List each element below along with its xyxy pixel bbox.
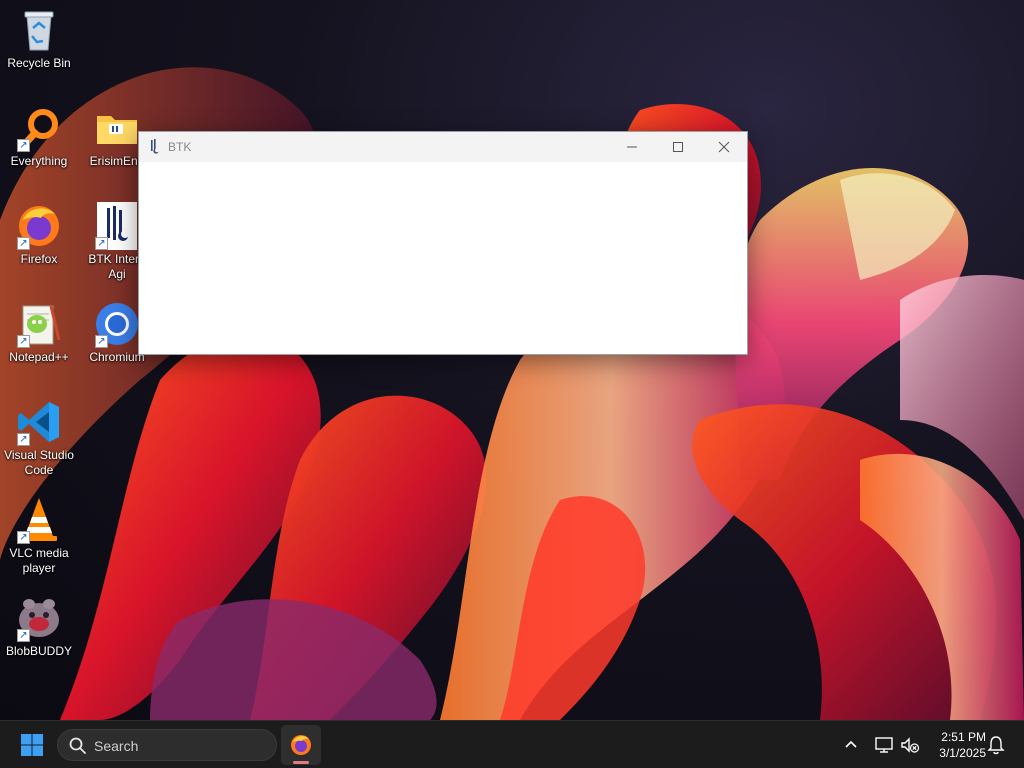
firefox-icon — [291, 735, 311, 755]
close-button[interactable] — [701, 132, 747, 162]
vscode-icon: ↗ — [15, 398, 63, 446]
desktop-icon-vscode[interactable]: ↗ Visual Studio Code — [1, 398, 77, 478]
shortcut-arrow-icon: ↗ — [17, 335, 30, 348]
maximize-button[interactable] — [655, 132, 701, 162]
maximize-icon — [673, 142, 683, 152]
desktop[interactable]: Recycle Bin ↗ Everything ErisimEng ↗ Fir… — [0, 0, 1024, 720]
desktop-icon-label: Visual Studio Code — [4, 448, 74, 477]
chromium-icon: ↗ — [93, 300, 141, 348]
desktop-icon-firefox[interactable]: ↗ Firefox — [1, 202, 77, 267]
start-button[interactable] — [12, 729, 52, 761]
desktop-icon-label: BlobBUDDY — [5, 644, 73, 658]
btk-app-icon — [151, 139, 159, 154]
clock-date: 3/1/2025 — [939, 746, 986, 760]
search-label: Search — [94, 738, 139, 754]
desktop-icon-recycle-bin[interactable]: Recycle Bin — [1, 6, 77, 71]
desktop-icon-label: Firefox — [20, 252, 58, 266]
folder-icon — [93, 104, 141, 152]
btk-window[interactable]: BTK — [138, 131, 748, 355]
desktop-icon-label: Notepad++ — [9, 350, 69, 364]
desktop-icon-label: Everything — [10, 154, 68, 168]
window-title: BTK — [168, 140, 192, 154]
taskbar-clock[interactable]: 2:51 PM 3/1/2025 — [926, 729, 986, 761]
shortcut-arrow-icon: ↗ — [95, 237, 108, 250]
running-indicator — [293, 761, 309, 764]
window-titlebar[interactable]: BTK — [139, 132, 747, 162]
minimize-button[interactable] — [609, 132, 655, 162]
desktop-icon-label: VLC media player — [9, 546, 69, 575]
shortcut-arrow-icon: ↗ — [17, 629, 30, 642]
desktop-icon-label: Recycle Bin — [7, 56, 71, 70]
blobbuddy-icon: ↗ — [15, 594, 63, 642]
taskbar-firefox[interactable] — [281, 725, 321, 765]
shortcut-arrow-icon: ↗ — [17, 139, 30, 152]
shortcut-arrow-icon: ↗ — [95, 335, 108, 348]
desktop-icon-vlc[interactable]: ↗ VLC media player — [1, 496, 77, 576]
everything-search-icon: ↗ — [15, 104, 63, 152]
search-icon — [69, 737, 86, 754]
notepad-plus-plus-icon: ↗ — [15, 300, 63, 348]
recycle-bin-icon — [15, 6, 63, 54]
desktop-icon-notepad-plus-plus[interactable]: ↗ Notepad++ — [1, 300, 77, 365]
shortcut-arrow-icon: ↗ — [17, 531, 30, 544]
window-content — [139, 162, 747, 354]
desktop-icon-everything[interactable]: ↗ Everything — [1, 104, 77, 169]
shortcut-arrow-icon: ↗ — [17, 237, 30, 250]
network-icon[interactable] — [874, 735, 894, 755]
firefox-icon: ↗ — [15, 202, 63, 250]
desktop-icon-blobbuddy[interactable]: ↗ BlobBUDDY — [1, 594, 77, 659]
vlc-icon: ↗ — [15, 496, 63, 544]
volume-muted-icon[interactable] — [900, 735, 920, 755]
clock-time: 2:51 PM — [941, 730, 986, 744]
minimize-icon — [627, 146, 637, 148]
chevron-up-icon[interactable] — [842, 736, 860, 754]
bell-icon[interactable] — [987, 735, 1005, 755]
shortcut-arrow-icon: ↗ — [17, 433, 30, 446]
btk-icon: ↗ — [93, 202, 141, 250]
taskbar-search-box[interactable]: Search — [57, 729, 277, 761]
windows-logo-icon — [21, 734, 43, 756]
close-icon — [718, 141, 730, 153]
taskbar: Search 2:51 PM 3/1/2025 — [0, 720, 1024, 768]
